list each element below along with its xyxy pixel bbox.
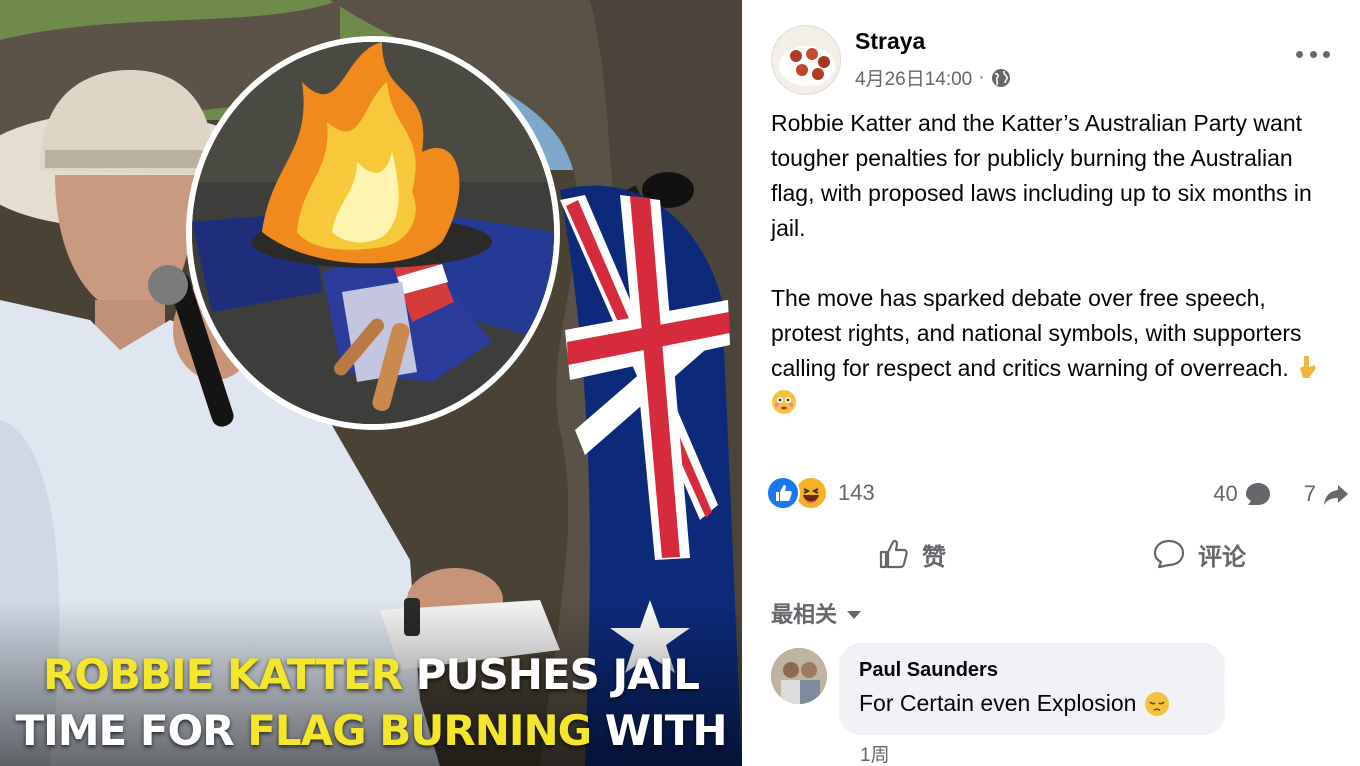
burning-flag-illustration: [192, 42, 554, 424]
headline-line-1: ROBBIE KATTER PUSHES JAIL: [0, 647, 742, 703]
dot-icon: [1296, 50, 1303, 58]
post-meta: 4月26日14:00 ·: [855, 64, 1011, 91]
post-timestamp[interactable]: 4月26日14:00: [855, 64, 972, 91]
post-paragraph-2-text: The move has sparked debate over free sp…: [771, 285, 1302, 381]
comment-sort-dropdown[interactable]: 最相关: [771, 597, 862, 629]
comment-button[interactable]: 评论: [1152, 532, 1246, 576]
headline-highlight-name: ROBBIE KATTER: [42, 650, 403, 699]
share-arrow-icon: [1324, 485, 1348, 505]
page-name-link[interactable]: Straya: [855, 28, 925, 55]
headline-text: WITH: [591, 706, 728, 755]
comment-button-label: 评论: [1198, 543, 1246, 571]
sort-label: 最相关: [771, 602, 838, 627]
headline-text: PUSHES JAIL: [402, 650, 700, 699]
like-button-label: 赞: [922, 543, 946, 571]
comment-timestamp[interactable]: 1周: [860, 740, 890, 766]
comment-icon: [1153, 539, 1185, 569]
page-avatar[interactable]: [771, 25, 841, 95]
engagement-counts: 40 7: [1213, 480, 1350, 508]
pointing-down-emoji: [1300, 356, 1317, 378]
post-image[interactable]: ROBBIE KATTER PUSHES JAIL TIME FOR FLAG …: [0, 0, 742, 766]
comment-author[interactable]: Paul Saunders: [859, 659, 1205, 682]
comment-body: For Certain even Explosion: [859, 690, 1137, 716]
commenter-avatar[interactable]: [771, 648, 827, 704]
dot-icon: [1323, 50, 1330, 58]
headline-text: TIME FOR: [15, 706, 248, 755]
comment-text: For Certain even Explosion: [859, 690, 1205, 717]
commenter-photo: [771, 648, 827, 704]
headline-highlight-topic: FLAG BURNING: [247, 706, 592, 755]
post-panel: Straya 4月26日14:00 · Robbie Katter and th…: [742, 0, 1360, 766]
comment-count[interactable]: 40: [1213, 481, 1237, 507]
share-count[interactable]: 7: [1304, 481, 1316, 507]
more-options-button[interactable]: [1296, 42, 1330, 66]
globe-icon: [991, 68, 1010, 87]
dot-icon: [1309, 50, 1317, 58]
chevron-down-icon: [847, 611, 862, 619]
like-reaction-icon: [766, 476, 800, 510]
like-button[interactable]: 赞: [876, 532, 946, 576]
post-paragraph-2: The move has sparked debate over free sp…: [771, 281, 1341, 421]
meta-separator: ·: [978, 66, 985, 88]
flushed-face-emoji: [772, 390, 796, 414]
thumbs-up-icon: [879, 539, 908, 569]
comment-bubble-icon: [1245, 483, 1270, 505]
pensive-face-emoji: [1145, 691, 1170, 716]
flag-burning-inset: [186, 36, 560, 430]
reactions-summary[interactable]: 143: [766, 476, 875, 510]
comment-bubble: Paul Saunders For Certain even Explosion: [839, 643, 1225, 735]
post-paragraph-1: Robbie Katter and the Katter’s Australia…: [771, 110, 1312, 241]
page-avatar-image: [772, 26, 840, 94]
headline-line-2: TIME FOR FLAG BURNING WITH: [0, 703, 742, 759]
reaction-count: 143: [838, 480, 875, 505]
